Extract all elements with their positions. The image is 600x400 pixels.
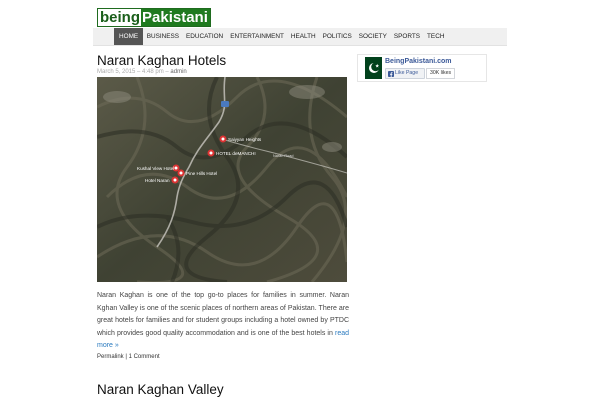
footer-separator: | xyxy=(125,354,127,360)
map-label-2: HOTEL deMANCHI xyxy=(216,151,256,156)
nav-item-health[interactable]: HEALTH xyxy=(287,28,319,45)
map-graphic: Saiyyan Heights HOTEL deMANCHI Kushal Vi… xyxy=(97,77,347,282)
nav-item-home[interactable]: HOME xyxy=(114,28,144,45)
post-excerpt: Naran Kaghan is one of the top go-to pla… xyxy=(97,290,349,353)
comments-link[interactable]: 1 Comment xyxy=(129,354,160,360)
post-image-satellite-map[interactable]: Saiyyan Heights HOTEL deMANCHI Kushal Vi… xyxy=(97,77,347,282)
permalink-link[interactable]: Permalink xyxy=(97,354,124,360)
post-author[interactable]: admin xyxy=(170,69,186,75)
map-label-4: Pine Hills Hotel xyxy=(186,171,217,176)
post-title-2[interactable]: Naran Kaghan Valley xyxy=(97,382,224,397)
post-excerpt-text: Naran Kaghan is one of the top go-to pla… xyxy=(97,292,349,337)
nav-item-entertainment[interactable]: ENTERTAINMENT xyxy=(227,28,288,45)
logo-text-being: being xyxy=(98,9,141,26)
nav-item-politics[interactable]: POLITICS xyxy=(319,28,355,45)
main-nav: HOME BUSINESS EDUCATION ENTERTAINMENT HE… xyxy=(93,28,507,46)
nav-item-tech[interactable]: TECH xyxy=(424,28,448,45)
map-label-1: Saiyyan Heights xyxy=(228,137,262,142)
nav-item-education[interactable]: EDUCATION xyxy=(183,28,227,45)
post-date: March 5, 2015 – 4:48 pm – xyxy=(97,69,169,75)
nav-item-sports[interactable]: SPORTS xyxy=(390,28,423,45)
site-logo[interactable]: being Pakistani xyxy=(97,8,211,27)
map-label-5: Hotel Naran xyxy=(145,178,170,183)
map-label-road: Naran Road xyxy=(273,154,293,158)
pakistan-flag-icon[interactable] xyxy=(360,57,382,79)
facebook-page-widget: BeingPakistani.com Like Page 30K likes xyxy=(357,54,487,82)
fb-page-name[interactable]: BeingPakistani.com xyxy=(385,58,452,65)
fb-like-label: Like Page xyxy=(395,70,419,76)
post-title[interactable]: Naran Kaghan Hotels xyxy=(97,53,226,68)
nav-item-society[interactable]: SOCIETY xyxy=(355,28,390,45)
fb-like-count: 30K likes xyxy=(426,68,456,79)
nav-item-business[interactable]: BUSINESS xyxy=(143,28,182,45)
map-label-3: Kushal View Hotel xyxy=(137,166,174,171)
post-footer-links: Permalink | 1 Comment xyxy=(97,354,160,360)
facebook-icon xyxy=(388,70,394,77)
fb-like-page-button[interactable]: Like Page xyxy=(385,68,425,79)
logo-text-pakistani: Pakistani xyxy=(141,9,210,26)
post-meta: March 5, 2015 – 4:48 pm – admin xyxy=(97,69,187,75)
